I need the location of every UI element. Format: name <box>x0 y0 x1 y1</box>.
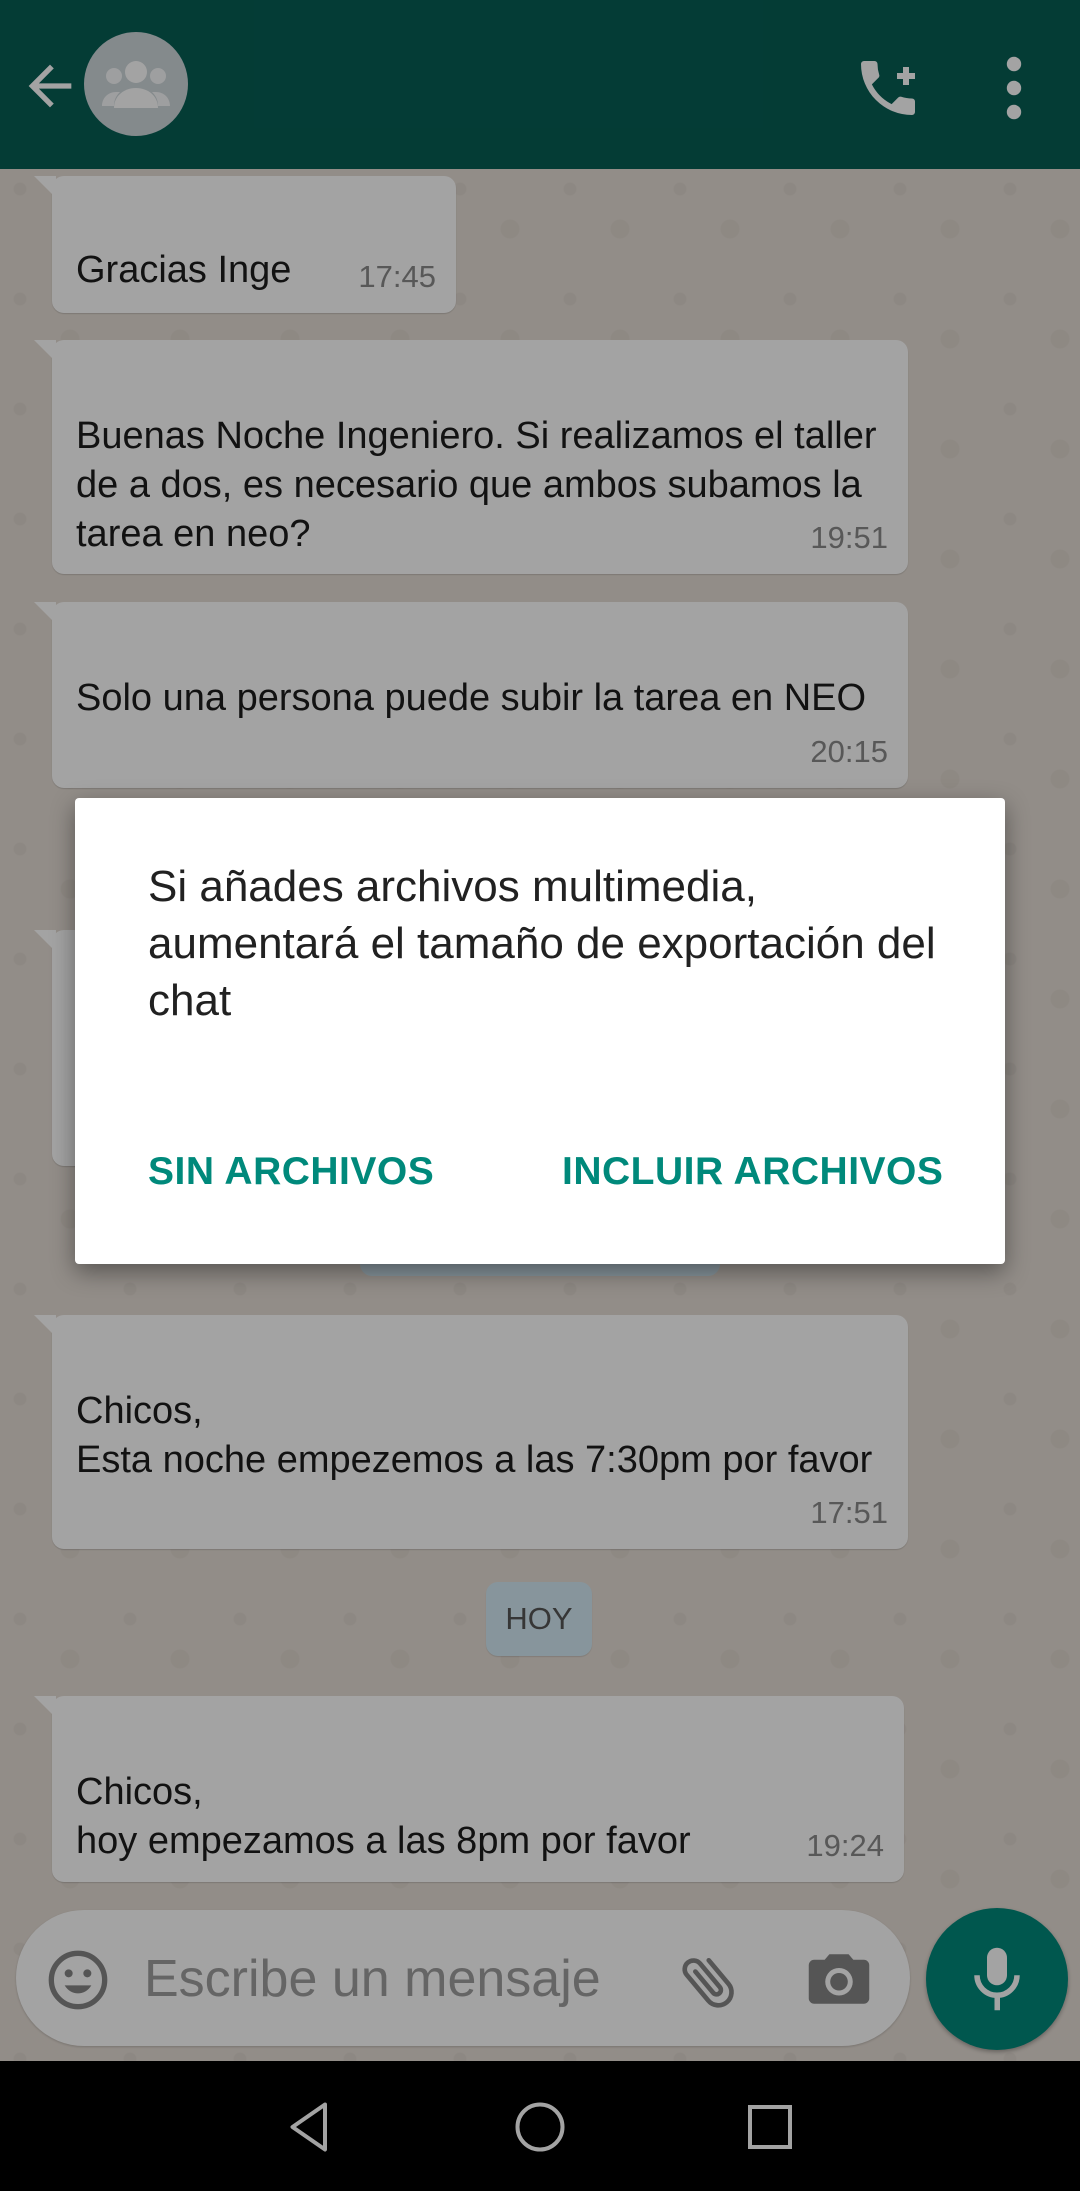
include-media-button[interactable]: INCLUIR ARCHIVOS <box>562 1150 943 1194</box>
export-media-dialog: Si añades archivos multimedia, aumentará… <box>75 798 1005 1264</box>
without-media-button[interactable]: SIN ARCHIVOS <box>148 1150 434 1194</box>
dialog-message: Si añades archivos multimedia, aumentará… <box>148 862 936 1025</box>
